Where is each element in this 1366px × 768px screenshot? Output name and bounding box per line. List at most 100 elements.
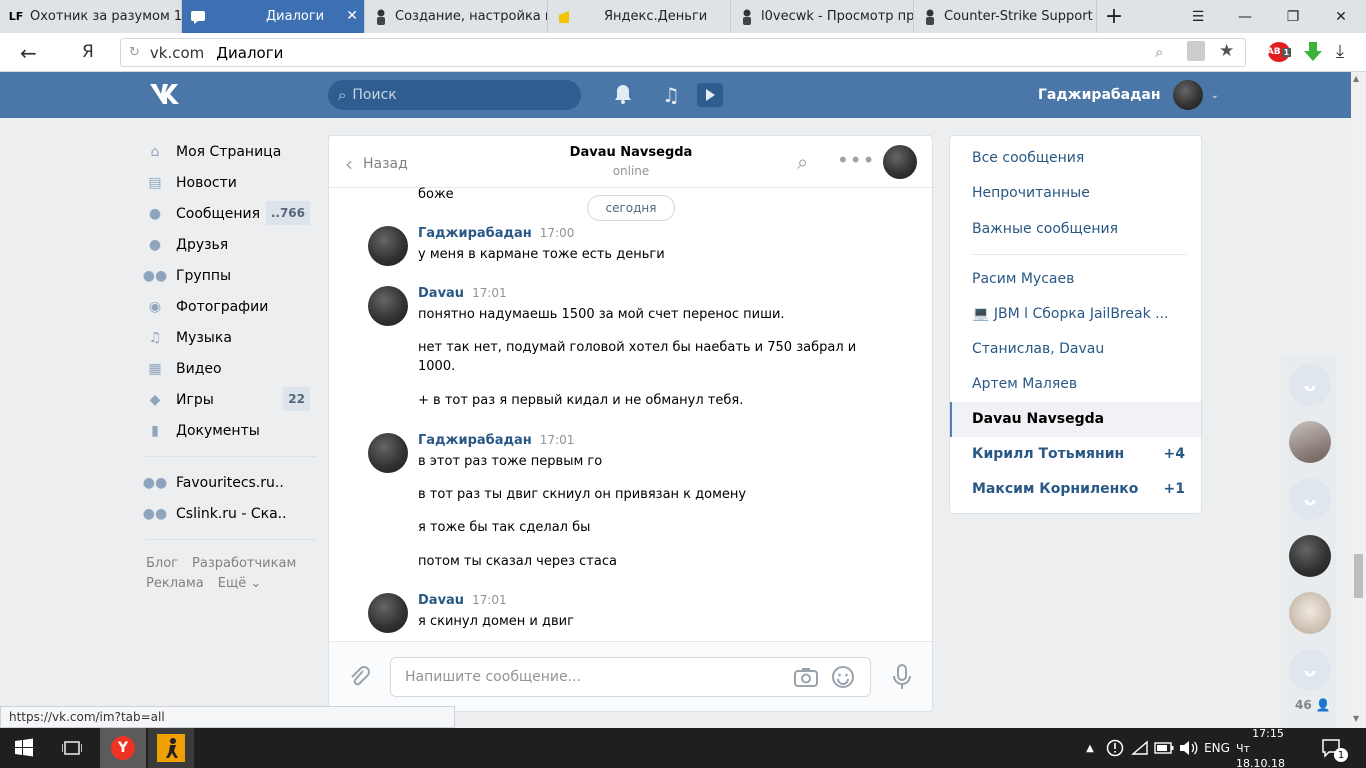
browser-tab-1[interactable]: LF Охотник за разумом 1 се [0, 0, 182, 33]
chat-title[interactable]: Davau Navsegda online [519, 145, 743, 178]
menu-icon[interactable]: ☰ [1175, 0, 1221, 33]
bookmark-star-icon[interactable]: ★ [1219, 41, 1234, 61]
browser-tab-4[interactable]: Яндекс.Деньги [548, 0, 731, 33]
sidebar-item-messages[interactable]: ● Сообщения ..766 [146, 198, 316, 229]
scroll-down-arrow-icon[interactable]: ▼ [1353, 714, 1359, 723]
microphone-icon[interactable] [891, 663, 913, 695]
close-window-icon[interactable]: ✕ [1318, 0, 1364, 33]
notification-center-icon[interactable]: 1 [1312, 728, 1352, 768]
message-avatar[interactable] [368, 433, 408, 473]
filter-link[interactable]: Важные сообщения [972, 221, 1118, 237]
new-tab-plus-icon[interactable]: + [1097, 0, 1131, 33]
volume-icon[interactable] [1176, 728, 1200, 768]
adblock-icon[interactable]: AB 1 [1267, 42, 1292, 62]
attach-paperclip-icon[interactable] [347, 664, 371, 695]
reload-icon[interactable]: ↻ [129, 45, 140, 60]
search-input[interactable]: ⌕ Поиск [328, 80, 581, 110]
page-scrollbar[interactable]: ▲ ▼ [1351, 72, 1366, 728]
sidebar-item-news[interactable]: ▤ Новости [146, 167, 316, 198]
friend-avatar[interactable] [1289, 421, 1331, 463]
dialog-item[interactable]: Davau Navsegda [950, 402, 1201, 437]
footer-ads-link[interactable]: Реклама [146, 576, 204, 591]
dialog-item[interactable]: Максим Корниленко +1 [950, 472, 1201, 507]
friend-avatar[interactable] [1289, 535, 1331, 577]
footer-devs-link[interactable]: Разработчикам [192, 556, 296, 571]
more-dots-icon[interactable]: ••• [837, 148, 875, 172]
message-author[interactable]: Davau 17:01 [418, 593, 507, 608]
browser-tab-3[interactable]: Создание, настройка и п [365, 0, 548, 33]
camera-icon[interactable] [793, 666, 819, 692]
friend-avatar[interactable] [1289, 592, 1331, 634]
video-play-icon[interactable] [697, 83, 723, 107]
downloads-icon[interactable]: ⤓ [1336, 41, 1344, 62]
browser-tab-dialogs[interactable]: Диалоги ✕ [182, 0, 365, 33]
minimize-icon[interactable]: — [1222, 0, 1268, 33]
restore-icon[interactable]: ❐ [1270, 0, 1316, 33]
peer-avatar[interactable] [883, 145, 917, 179]
scroll-thumb[interactable] [1354, 554, 1363, 598]
back-arrow-icon[interactable]: ← [20, 41, 37, 65]
url-field[interactable]: ↻ vk.com Диалоги ⌕ ★ [120, 38, 1246, 67]
windows-start-icon[interactable] [0, 728, 48, 768]
dialog-item[interactable]: Расим Мусаев [950, 262, 1201, 297]
music-note-icon[interactable]: ♫ [662, 83, 680, 107]
message-author[interactable]: Гаджирабадан 17:00 [418, 226, 574, 241]
scroll-up-arrow-icon[interactable]: ▲ [1353, 74, 1359, 83]
footer-more-link[interactable]: Ещё ⌄ [218, 576, 262, 591]
message-avatar[interactable] [368, 593, 408, 633]
nav-divider [146, 456, 316, 457]
message-time[interactable]: 17:00 [540, 226, 575, 240]
language-indicator[interactable]: ENG [1200, 728, 1234, 768]
yandex-logo-icon[interactable]: Я [82, 42, 94, 62]
sidebar-group-item[interactable]: ●● Favouritecs.ru.. [143, 467, 316, 498]
message-time[interactable]: 17:01 [472, 286, 507, 300]
notifications-bell-icon[interactable] [612, 83, 634, 109]
sidebar-item-games[interactable]: ◆ Игры 22 [146, 384, 316, 415]
tray-info-icon[interactable] [1104, 728, 1126, 768]
taskbar-yandex-browser[interactable]: Y [100, 728, 146, 768]
zoom-icon[interactable]: ⌕ [1155, 43, 1163, 61]
dialog-item[interactable]: Артем Маляев [950, 367, 1201, 402]
sidebar-item-video[interactable]: ▦ Видео [146, 353, 316, 384]
friend-avatar-placeholder[interactable]: ᴗ [1289, 478, 1331, 520]
footer-blog-link[interactable]: Блог [146, 556, 178, 571]
online-friends-count[interactable]: 46 👤 [1295, 698, 1331, 712]
message-time[interactable]: 17:01 [540, 433, 575, 447]
emoji-smile-icon[interactable] [831, 665, 855, 693]
back-button[interactable]: ‹ Назад [345, 152, 408, 176]
close-tab-icon[interactable]: ✕ [346, 8, 358, 24]
battery-icon[interactable] [1152, 728, 1176, 768]
sidebar-item-music[interactable]: ♫ Музыка [146, 322, 316, 353]
sidebar-item-groups[interactable]: ●● Группы [143, 260, 316, 291]
browser-tab-5[interactable]: l0vecwk - Просмотр про [731, 0, 914, 33]
wifi-icon[interactable] [1128, 728, 1152, 768]
message-author[interactable]: Гаджирабадан 17:01 [418, 433, 574, 448]
dialog-item[interactable]: Кирилл Тотьмянин +4 [950, 437, 1201, 472]
message-input[interactable]: Напишите сообщение... [390, 657, 871, 697]
vk-logo-icon[interactable] [148, 82, 182, 108]
browser-tab-6[interactable]: Counter-Strike Support С [914, 0, 1097, 33]
friend-avatar-placeholder[interactable]: ᴗ [1289, 364, 1331, 406]
message-avatar[interactable] [368, 286, 408, 326]
download-extension-icon[interactable] [1302, 40, 1324, 68]
user-menu[interactable]: Гаджирабадан ⌄ [1038, 72, 1219, 118]
sidebar-item-photo[interactable]: ◉ Фотографии [146, 291, 316, 322]
friend-avatar-placeholder[interactable]: ᴗ [1289, 649, 1331, 691]
taskbar-cs-app[interactable] [148, 728, 194, 768]
task-view-icon[interactable] [50, 728, 94, 768]
sidebar-item-friends[interactable]: ● Друзья [146, 229, 316, 260]
clock[interactable]: 17:15 Чт 18.10.18 [1236, 727, 1300, 768]
chat-search-icon[interactable]: ⌕ [797, 150, 808, 174]
message-author[interactable]: Davau 17:01 [418, 286, 507, 301]
filter-link[interactable]: Непрочитанные [972, 185, 1090, 201]
sidebar-group-item[interactable]: ●● Cslink.ru - Ска.. [143, 498, 316, 529]
dialog-item[interactable]: Станислав, Davau [950, 332, 1201, 367]
message-avatar[interactable] [368, 226, 408, 266]
dialog-item[interactable]: 💻 JBM l Сборка JailBreak ... [950, 297, 1201, 332]
message-time[interactable]: 17:01 [472, 593, 507, 607]
filter-link[interactable]: Все сообщения [972, 150, 1084, 166]
tray-overflow-chevron-icon[interactable]: ▲ [1082, 728, 1098, 768]
sidebar-item-docs[interactable]: ▮ Документы [146, 415, 316, 446]
sidebar-item-home[interactable]: ⌂ Моя Страница [146, 136, 316, 167]
lock-icon[interactable] [1187, 41, 1205, 61]
